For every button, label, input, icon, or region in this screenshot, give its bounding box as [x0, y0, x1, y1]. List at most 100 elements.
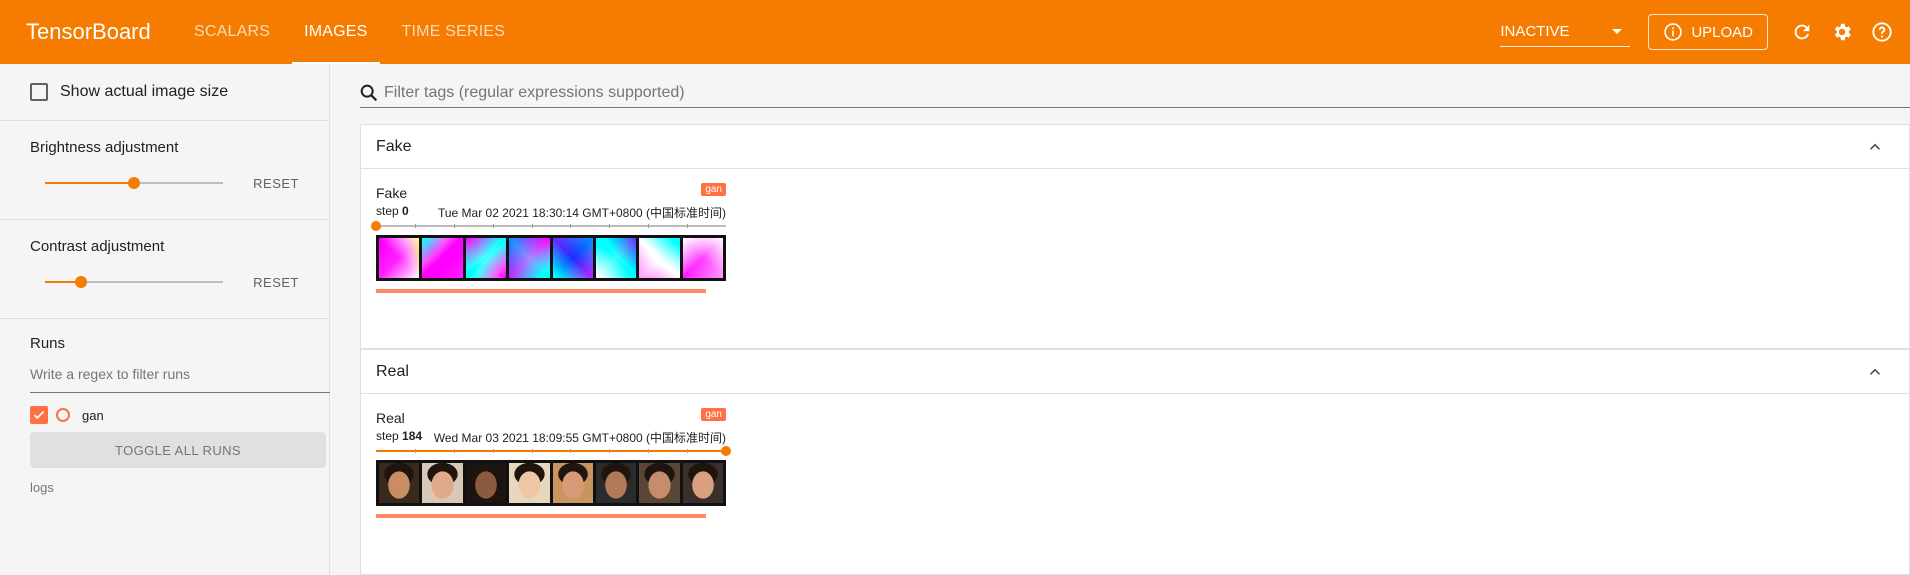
contrast-section: Contrast adjustment RESET: [0, 220, 329, 319]
toggle-all-runs-button[interactable]: TOGGLE ALL RUNS: [30, 432, 326, 468]
status-select-value: INACTIVE: [1500, 23, 1570, 40]
contrast-slider[interactable]: [45, 272, 224, 292]
tab-images[interactable]: IMAGES: [292, 0, 380, 64]
brightness-slider[interactable]: [45, 173, 224, 193]
run-color-swatch[interactable]: [56, 408, 70, 422]
tab-time-series[interactable]: TIME SERIES: [390, 0, 518, 64]
step-tick: [648, 224, 650, 228]
contrast-label: Contrast adjustment: [30, 238, 165, 255]
image-timestamp: Wed Mar 03 2021 18:09:55 GMT+0800 (中国标准时…: [433, 431, 726, 445]
image-tile: [682, 463, 723, 503]
settings-gear-icon: [1834, 23, 1851, 41]
refresh-button[interactable]: [1782, 12, 1822, 52]
tab-scalars[interactable]: SCALARS: [182, 0, 282, 64]
image-timestamp: Tue Mar 02 2021 18:30:14 GMT+0800 (中国标准时…: [437, 206, 726, 220]
group-title: Real: [376, 362, 409, 380]
brightness-thumb[interactable]: [128, 177, 141, 189]
group-header[interactable]: Real: [361, 350, 1909, 394]
image-run-color-bar: [376, 514, 706, 518]
help-button[interactable]: [1862, 12, 1902, 52]
image-tile: [639, 238, 680, 278]
step-slider[interactable]: [376, 446, 731, 456]
upload-button[interactable]: UPLOAD: [1648, 14, 1768, 50]
step-slider[interactable]: [371, 221, 726, 231]
image-tile: [552, 238, 593, 278]
step-tick: [414, 224, 416, 228]
image-tile: [595, 238, 637, 278]
image-tile: [465, 463, 507, 503]
brightness-section: Brightness adjustment RESET: [0, 121, 329, 220]
reload-status-select[interactable]: INACTIVE: [1500, 17, 1631, 47]
step-label: step: [376, 429, 399, 443]
image-card-tag: Real: [376, 410, 405, 426]
step-tick: [531, 224, 533, 228]
image-tile: [379, 238, 420, 278]
step-tick: [414, 449, 416, 453]
tag-group-fake: Fake Fake gan step 0 Tue Mar 02 2021 18:…: [360, 124, 1910, 349]
brightness-reset-button[interactable]: RESET: [253, 176, 299, 191]
show-actual-size-label: Show actual image size: [60, 83, 229, 100]
real-image-grid[interactable]: [376, 460, 726, 506]
run-checkbox[interactable]: [30, 406, 48, 424]
image-tile: [422, 463, 463, 503]
show-actual-size-toggle[interactable]: Show actual image size: [30, 64, 299, 120]
brightness-fill: [45, 182, 135, 184]
group-title: Fake: [376, 137, 412, 155]
image-tile: [465, 238, 507, 278]
step-tick: [570, 449, 572, 453]
contrast-reset-button[interactable]: RESET: [253, 275, 299, 290]
contrast-thumb[interactable]: [74, 276, 87, 288]
sidebar: Show actual image size Brightness adjust…: [0, 64, 330, 575]
image-card-tag: Fake: [376, 185, 408, 201]
generated-image-grid[interactable]: [376, 235, 726, 281]
actual-size-section: Show actual image size: [0, 64, 329, 121]
step-tick: [609, 449, 611, 453]
tag-filter-placeholder: Filter tags (regular expressions support…: [384, 83, 685, 101]
runs-section: Runs Write a regex to filter runs gan TO…: [0, 319, 330, 495]
show-actual-size-checkbox[interactable]: [30, 83, 48, 101]
step-tick: [453, 224, 455, 228]
step-slider-thumb[interactable]: [721, 446, 731, 456]
step-value: 0: [402, 204, 409, 218]
run-chip: gan: [701, 183, 726, 196]
image-tile: [509, 238, 550, 278]
top-app-bar: TensorBoard SCALARS IMAGES TIME SERIES I…: [0, 0, 1910, 64]
step-label: step: [376, 204, 399, 218]
step-slider-thumb[interactable]: [371, 221, 381, 231]
step-tick: [531, 449, 533, 453]
image-tile: [509, 463, 550, 503]
run-chip: gan: [701, 408, 726, 421]
step-tick: [453, 449, 455, 453]
image-tile: [682, 238, 723, 278]
refresh-icon: [1794, 24, 1810, 40]
logdir-label: logs: [30, 480, 54, 495]
image-tile: [639, 463, 680, 503]
tag-filter-input[interactable]: Filter tags (regular expressions support…: [360, 78, 1910, 108]
upload-label: UPLOAD: [1691, 23, 1753, 41]
step-tick: [492, 224, 494, 228]
brightness-label: Brightness adjustment: [30, 139, 179, 156]
step-tick: [687, 224, 689, 228]
image-tile: [595, 463, 637, 503]
runs-title: Runs: [30, 335, 66, 352]
step-value: 184: [402, 429, 423, 443]
chevron-up-icon[interactable]: [1866, 363, 1884, 381]
group-header[interactable]: Fake: [361, 125, 1909, 169]
step-tick: [648, 449, 650, 453]
check-icon: [33, 410, 45, 420]
image-run-color-bar: [376, 289, 706, 293]
dropdown-caret-icon: [1612, 29, 1623, 34]
image-tile: [379, 463, 420, 503]
app-title: TensorBoard: [26, 19, 151, 44]
step-tick: [570, 224, 572, 228]
search-icon: [360, 84, 378, 101]
settings-button[interactable]: [1822, 12, 1862, 52]
info-icon: [1664, 23, 1683, 41]
run-item: gan: [30, 402, 299, 428]
runs-filter-input[interactable]: Write a regex to filter runs: [30, 366, 330, 393]
main-content: Filter tags (regular expressions support…: [330, 64, 1910, 575]
step-tick: [492, 449, 494, 453]
chevron-up-icon[interactable]: [1866, 138, 1884, 156]
run-name: gan: [82, 407, 104, 423]
image-tile: [552, 463, 593, 503]
